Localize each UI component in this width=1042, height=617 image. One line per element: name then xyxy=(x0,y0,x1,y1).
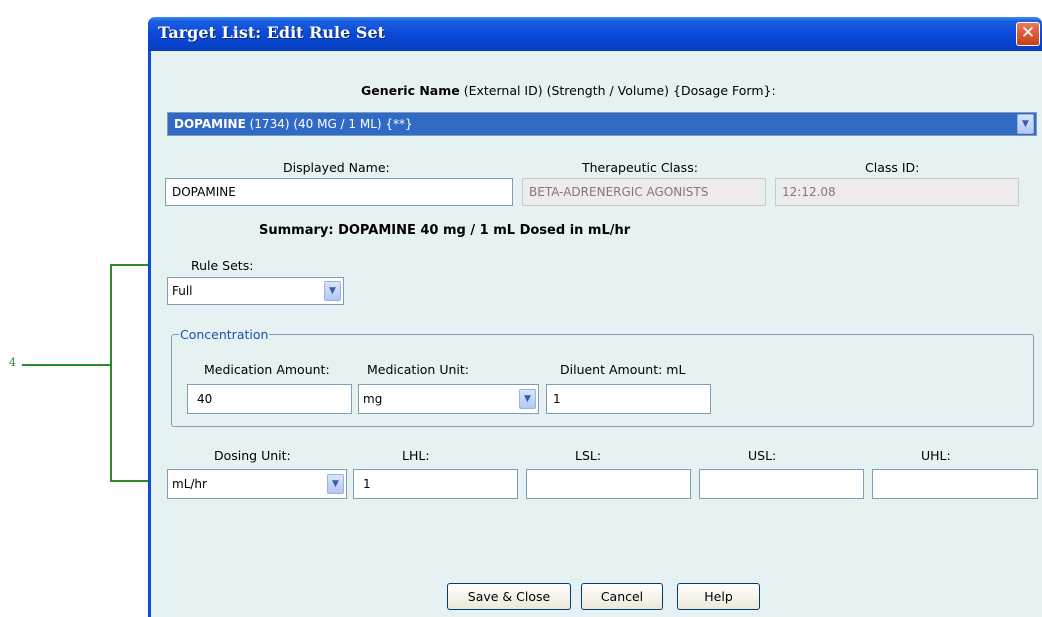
annotation-label: 4 xyxy=(9,356,16,369)
generic-name-select[interactable]: DOPAMINE (1734) (40 MG / 1 ML) {**} ▼ xyxy=(167,112,1037,136)
dosing-unit-select[interactable]: mL/hr ▼ xyxy=(167,469,347,499)
rule-sets-select[interactable]: Full ▼ xyxy=(167,277,344,305)
rule-sets-label: Rule Sets: xyxy=(191,258,254,273)
cancel-button[interactable]: Cancel xyxy=(581,583,663,610)
window-title: Target List: Edit Rule Set xyxy=(158,23,386,42)
lsl-label: LSL: xyxy=(575,448,602,463)
displayed-name-input[interactable]: DOPAMINE xyxy=(165,178,513,206)
help-button[interactable]: Help xyxy=(677,583,760,610)
concentration-legend: Concentration xyxy=(179,327,270,342)
chevron-down-icon[interactable]: ▼ xyxy=(1017,114,1034,134)
rule-sets-value: Full xyxy=(172,284,193,298)
generic-name-selected-bold: DOPAMINE xyxy=(174,117,246,131)
dosing-unit-value: mL/hr xyxy=(172,477,207,491)
summary-text: Summary: DOPAMINE 40 mg / 1 mL Dosed in … xyxy=(259,223,631,238)
diluent-amount-input[interactable]: 1 xyxy=(546,384,711,414)
medication-unit-label: Medication Unit: xyxy=(367,362,469,377)
lsl-input[interactable] xyxy=(526,469,691,499)
chevron-down-icon[interactable]: ▼ xyxy=(327,474,344,494)
annotation-leader-line xyxy=(22,364,111,366)
save-close-button[interactable]: Save & Close xyxy=(447,583,571,610)
medication-amount-input[interactable]: 40 xyxy=(187,384,352,414)
chevron-down-icon[interactable]: ▼ xyxy=(324,281,341,301)
class-id-label: Class ID: xyxy=(865,160,920,175)
class-id-field: 12:12.08 xyxy=(775,178,1019,206)
generic-name-selected-rest: (1734) (40 MG / 1 ML) {**} xyxy=(245,117,413,131)
generic-name-header: Generic Name (External ID) (Strength / V… xyxy=(361,83,776,98)
generic-name-header-bold: Generic Name xyxy=(361,83,460,98)
diluent-amount-label: Diluent Amount: mL xyxy=(560,362,686,377)
dosing-unit-label: Dosing Unit: xyxy=(214,448,291,463)
therapeutic-class-label: Therapeutic Class: xyxy=(582,160,698,175)
chevron-down-icon[interactable]: ▼ xyxy=(519,389,536,409)
lhl-label: LHL: xyxy=(402,448,430,463)
medication-unit-select[interactable]: mg ▼ xyxy=(358,384,539,414)
usl-label: USL: xyxy=(748,448,777,463)
close-icon: ✕ xyxy=(1020,23,1036,43)
lhl-input[interactable]: 1 xyxy=(353,469,518,499)
medication-amount-label: Medication Amount: xyxy=(204,362,330,377)
therapeutic-class-field: BETA-ADRENERGIC AGONISTS xyxy=(522,178,766,206)
close-button[interactable]: ✕ xyxy=(1016,22,1040,46)
uhl-input[interactable] xyxy=(872,469,1038,499)
annotation-bracket-vertical xyxy=(110,264,112,482)
dialog-body: Generic Name (External ID) (Strength / V… xyxy=(148,51,1042,617)
uhl-label: UHL: xyxy=(921,448,951,463)
edit-rule-set-dialog: Target List: Edit Rule Set ✕ Generic Nam… xyxy=(148,17,1042,617)
displayed-name-label: Displayed Name: xyxy=(283,160,390,175)
title-bar[interactable]: Target List: Edit Rule Set ✕ xyxy=(148,17,1042,51)
generic-name-header-rest: (External ID) (Strength / Volume) {Dosag… xyxy=(459,83,776,98)
usl-input[interactable] xyxy=(699,469,864,499)
medication-unit-value: mg xyxy=(363,392,383,406)
